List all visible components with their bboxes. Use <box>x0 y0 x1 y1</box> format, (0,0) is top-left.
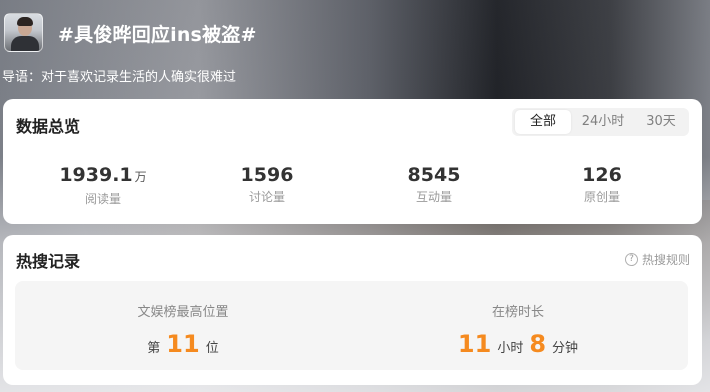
duration-hours-unit: 小时 <box>497 341 524 356</box>
overview-title: 数据总览 <box>16 117 81 136</box>
tab-all[interactable]: 全部 <box>515 110 571 134</box>
duration-minutes: 8 <box>529 330 547 358</box>
duration-label: 在榜时长 <box>491 305 544 320</box>
stat-read-label: 阅读量 <box>84 192 121 206</box>
stat-original-count: 126 原创量 <box>522 163 682 205</box>
topic-title: #具俊晔回应ins被盗# <box>58 24 257 46</box>
highest-position-metric: 文娱榜最高位置 第 11 位 <box>63 301 303 358</box>
hot-search-title: 热搜记录 <box>16 252 81 271</box>
hot-search-rules-label: 热搜规则 <box>641 253 690 267</box>
highest-position-suffix: 位 <box>205 341 219 356</box>
hot-search-card: 热搜记录 ? 热搜规则 文娱榜最高位置 第 11 位 在榜时长 11 小时 8 … <box>3 235 702 385</box>
duration-metric: 在榜时长 11 小时 8 分钟 <box>398 301 638 358</box>
avatar-hair <box>17 17 33 26</box>
stat-read-value: 1939.1 <box>59 164 133 186</box>
hot-search-rules-link[interactable]: ? 热搜规则 <box>624 251 690 268</box>
highest-position-value: 11 <box>166 330 200 358</box>
stat-discussion-value: 1596 <box>240 164 294 186</box>
highest-position-prefix: 第 <box>147 341 161 356</box>
stat-read-count: 1939.1 万 阅读量 <box>23 163 183 207</box>
stat-read-value-row: 1939.1 万 <box>23 163 183 189</box>
tab-30d[interactable]: 30天 <box>636 110 686 134</box>
stat-interaction-count: 8545 互动量 <box>354 163 514 205</box>
highest-position-label: 文娱榜最高位置 <box>137 305 229 320</box>
stat-interaction-label: 互动量 <box>415 190 452 204</box>
stat-read-unit: 万 <box>134 170 147 184</box>
avatar-body <box>11 36 39 51</box>
tab-24h[interactable]: 24小时 <box>575 110 631 134</box>
question-circle-icon: ? <box>624 253 638 266</box>
avatar[interactable] <box>4 13 43 52</box>
topic-header: #具俊晔回应ins被盗# 导语：对于喜欢记录生活的人确实很难过 <box>0 0 710 96</box>
topic-guide: 导语：对于喜欢记录生活的人确实很难过 <box>2 70 237 85</box>
duration-value-row: 11 小时 8 分钟 <box>398 330 638 358</box>
stat-discussion-count: 1596 讨论量 <box>187 163 347 205</box>
duration-hours: 11 <box>457 330 492 358</box>
stat-interaction-value: 8545 <box>407 164 461 186</box>
stat-original-value: 126 <box>582 164 622 186</box>
duration-minutes-unit: 分钟 <box>552 341 579 356</box>
data-overview-card: 数据总览 全部 24小时 30天 1939.1 万 阅读量 1596 讨论量 85… <box>3 99 702 224</box>
stat-discussion-label: 讨论量 <box>248 190 285 204</box>
stat-original-label: 原创量 <box>583 190 620 204</box>
highest-position-value-row: 第 11 位 <box>63 330 303 358</box>
time-range-tabs: 全部 24小时 30天 <box>512 108 689 136</box>
hot-search-record-box: 文娱榜最高位置 第 11 位 在榜时长 11 小时 8 分钟 <box>15 281 688 370</box>
